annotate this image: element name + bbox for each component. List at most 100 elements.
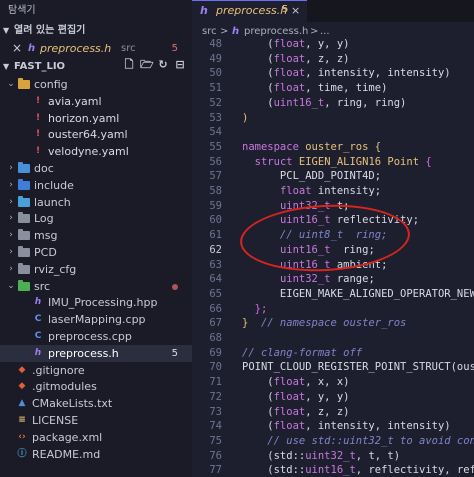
code-line[interactable]: (std::uint32_t, t, t) (242, 449, 400, 464)
code-line[interactable]: (float, z, z) (242, 405, 349, 420)
line-number: 56 (209, 155, 222, 168)
problem-count-badge: 5 (171, 347, 178, 359)
markdown-file-icon: ⓘ (17, 448, 27, 459)
h-file-icon: h (34, 347, 42, 358)
tree-folder-config[interactable]: ⌄ config (0, 76, 192, 93)
code-line[interactable]: POINT_CLOUD_REGISTER_POINT_STRUCT(ouste (242, 360, 474, 375)
code-line[interactable]: (float, intensity, intensity) (242, 66, 450, 81)
tree-folder-rviz_cfg[interactable]: › rviz_cfg (0, 261, 192, 278)
folder-icon (18, 178, 30, 191)
line-number: 53 (209, 111, 222, 124)
code-line[interactable]: }; (242, 302, 268, 317)
open-editor-name: preprocess.h (40, 42, 112, 55)
code-line[interactable]: (std::uint16_t, reflectivity, refl (242, 463, 474, 477)
project-label: FAST_LIO (14, 61, 66, 72)
code-token: ( (242, 82, 274, 95)
code-line[interactable]: } // namespace ouster_ros (242, 316, 406, 331)
code-token: ouster_ros (298, 140, 375, 153)
code-line[interactable]: uint32_t range; (242, 272, 375, 287)
code-line[interactable]: (float, intensity, intensity) (242, 419, 450, 434)
h-file-icon: h (200, 4, 208, 17)
tree-file[interactable]: ! horizon.yaml (0, 110, 192, 127)
code-token: uint32_t (305, 449, 356, 462)
code-line[interactable]: (float, y, y) (242, 37, 349, 52)
code-token: , t, t) (355, 449, 401, 462)
line-number: 72 (209, 390, 222, 403)
license-file-icon: ≡ (18, 415, 26, 425)
code-token: uint32_t (279, 273, 331, 286)
code-line[interactable]: (float, x, x) (242, 375, 349, 390)
tab-preprocess-h[interactable]: h preprocess.h 5 × (192, 0, 307, 22)
project-section[interactable]: ▼ FAST_LIO 🗋 🗁 ↻ ⊟ (0, 58, 192, 75)
code-line[interactable]: uint16_t reflectivity; (242, 213, 419, 228)
tree-file[interactable]: ◆ .gitmodules (0, 378, 192, 395)
code-token: float (273, 38, 306, 50)
tree-file[interactable]: Cpreprocess.cpp (0, 328, 192, 345)
code-line[interactable]: (float, time, time) (242, 81, 387, 96)
line-number: 57 (209, 170, 222, 183)
line-number: 60 (209, 214, 222, 227)
code-line[interactable]: uint32_t t; (242, 199, 350, 214)
tree-file[interactable]: h IMU_Processing.hpp (0, 294, 192, 311)
code-line[interactable]: // uint8_t ring; (242, 228, 387, 243)
tree-folder-msg[interactable]: › msg (0, 227, 192, 244)
tree-item-label: IMU_Processing.hpp (48, 296, 158, 310)
explorer-toolbar: 🗋 🗁 ↻ ⊟ (123, 59, 186, 71)
line-number: 69 (209, 346, 222, 359)
tree-folder-include[interactable]: › include (0, 177, 192, 194)
code-line[interactable]: // clang-format off (242, 346, 362, 361)
tree-folder-doc[interactable]: › doc (0, 160, 192, 177)
code-token: float (273, 376, 306, 389)
tree-file[interactable]: ‹› package.xml (0, 429, 192, 446)
new-folder-icon[interactable]: 🗁 (140, 59, 154, 71)
open-editor-item[interactable]: × h preprocess.h src 5 (0, 40, 192, 57)
tree-file[interactable]: ClaserMapping.cpp (0, 311, 192, 328)
tree-file[interactable]: h preprocess.h 5 (0, 344, 192, 362)
code-token: uint16_t (279, 214, 331, 227)
code-line[interactable]: uint16_t ring; (242, 243, 375, 258)
code-token: uint16_t (279, 258, 331, 271)
folder-icon (18, 162, 30, 174)
code-line[interactable]: (float, y, y) (242, 390, 349, 405)
tree-folder-src[interactable]: ⌄ src (0, 278, 192, 295)
tree-item-label: config (34, 78, 68, 91)
code-line[interactable]: ) (242, 111, 248, 126)
open-editors-section[interactable]: ▼ 열려 있는 편집기 (0, 22, 192, 39)
code-line[interactable]: PCL_ADD_POINT4D; (242, 169, 381, 184)
code-token: reflectivity; (330, 214, 420, 227)
tree-item-label: preprocess.cpp (48, 330, 132, 343)
tree-folder-launch[interactable]: › launch (0, 194, 192, 211)
tree-item-label: .gitmodules (32, 380, 97, 394)
code-line[interactable]: EIGEN_MAKE_ALIGNED_OPERATOR_NEW (242, 287, 474, 302)
refresh-icon[interactable]: ↻ (157, 59, 169, 71)
tree-file[interactable]: ! velodyne.yaml (0, 143, 192, 160)
code-line[interactable]: (uint16_t, ring, ring) (242, 96, 406, 111)
tree-folder-log[interactable]: › Log (0, 210, 192, 227)
tree-file[interactable]: ≡ LICENSE (0, 412, 192, 429)
code-line[interactable]: float intensity; (242, 184, 381, 199)
tree-file[interactable]: ! ouster64.yaml (0, 126, 192, 143)
new-file-icon[interactable]: 🗋 (123, 59, 135, 71)
code-token: ambient; (330, 258, 388, 271)
code-line[interactable]: struct EIGEN_ALIGN16 Point { (242, 155, 432, 170)
tree-file[interactable]: ! avia.yaml (0, 93, 192, 110)
code-line[interactable]: // use std::uint32_t to avoid confl (242, 434, 474, 449)
close-icon[interactable]: × (291, 4, 300, 17)
collapse-icon[interactable]: ⊟ (174, 59, 186, 71)
folder-icon (18, 78, 30, 90)
chevron-down-icon: ⌄ (7, 79, 15, 89)
tree-folder-pcd[interactable]: › PCD (0, 244, 192, 261)
close-icon[interactable]: × (12, 40, 22, 57)
code-token: struct (254, 155, 293, 168)
tree-file[interactable]: ▲ CMakeLists.txt (0, 395, 192, 412)
line-number: 62 (209, 243, 222, 256)
line-number: 68 (209, 332, 222, 344)
code-line[interactable]: namespace ouster_ros { (242, 140, 381, 155)
line-number: 63 (209, 258, 222, 271)
problem-count-badge: 5 (171, 43, 178, 54)
code-line[interactable]: (float, z, z) (242, 52, 349, 67)
code-line[interactable]: uint16_t ambient; (242, 258, 387, 273)
tree-file[interactable]: ⓘ README.md (0, 446, 192, 463)
tree-file[interactable]: ◆ .gitignore (0, 362, 192, 379)
